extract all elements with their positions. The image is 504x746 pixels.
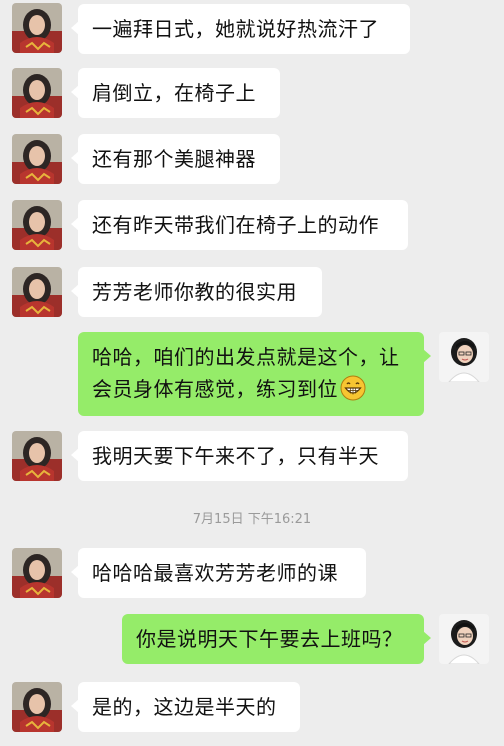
- incoming-message-bubble[interactable]: 芳芳老师你教的很实用: [71, 267, 322, 317]
- message-text: 哈哈哈最喜欢芳芳老师的课: [92, 561, 338, 585]
- contact-avatar-image: [12, 267, 62, 317]
- contact-avatar[interactable]: [12, 200, 62, 250]
- contact-avatar[interactable]: [12, 682, 62, 732]
- contact-avatar[interactable]: [12, 3, 62, 53]
- contact-avatar-image: [12, 548, 62, 598]
- message-text: 你是说明天下午要去上班吗？: [136, 627, 403, 651]
- incoming-message-bubble[interactable]: 是的，这边是半天的: [71, 682, 300, 732]
- incoming-message-bubble[interactable]: 还有昨天带我们在椅子上的动作: [71, 200, 408, 250]
- incoming-message-bubble[interactable]: 我明天要下午来不了，只有半天: [71, 431, 408, 481]
- contact-avatar-image: [12, 431, 62, 481]
- outgoing-message-bubble[interactable]: 哈哈，咱们的出发点就是这个，让 会员身体有感觉，练习到位: [78, 332, 431, 416]
- message-text-line: 会员身体有感觉，练习到位: [92, 373, 410, 405]
- message-text: 还有那个美腿神器: [92, 147, 256, 171]
- contact-avatar-image: [12, 68, 62, 118]
- incoming-message-bubble[interactable]: 一遍拜日式，她就说好热流汗了: [71, 4, 410, 54]
- outgoing-message-bubble[interactable]: 你是说明天下午要去上班吗？: [122, 614, 431, 664]
- message-text: 肩倒立，在椅子上: [92, 81, 256, 105]
- grinning-face-emoji-icon: [340, 375, 366, 401]
- contact-avatar-image: [12, 200, 62, 250]
- my-avatar[interactable]: [439, 614, 489, 664]
- chat-window: 一遍拜日式，她就说好热流汗了 肩倒立，在椅子上 还有那个美腿神器 还有昨天带我们…: [0, 0, 504, 746]
- message-text: 芳芳老师你教的很实用: [92, 280, 297, 304]
- contact-avatar-image: [12, 3, 62, 53]
- contact-avatar[interactable]: [12, 68, 62, 118]
- contact-avatar-image: [12, 682, 62, 732]
- message-text-line: 哈哈，咱们的出发点就是这个，让: [92, 345, 400, 369]
- my-avatar-image: [439, 332, 489, 382]
- contact-avatar[interactable]: [12, 134, 62, 184]
- incoming-message-bubble[interactable]: 肩倒立，在椅子上: [71, 68, 280, 118]
- contact-avatar[interactable]: [12, 431, 62, 481]
- message-text: 还有昨天带我们在椅子上的动作: [92, 213, 379, 237]
- contact-avatar[interactable]: [12, 267, 62, 317]
- incoming-message-bubble[interactable]: 还有那个美腿神器: [71, 134, 280, 184]
- message-text: 我明天要下午来不了，只有半天: [92, 444, 379, 468]
- message-text: 一遍拜日式，她就说好热流汗了: [92, 17, 379, 41]
- message-text: 是的，这边是半天的: [92, 695, 277, 719]
- my-avatar-image: [439, 614, 489, 664]
- contact-avatar[interactable]: [12, 548, 62, 598]
- my-avatar[interactable]: [439, 332, 489, 382]
- message-text: 会员身体有感觉，练习到位: [92, 377, 338, 401]
- message-timestamp: 7月15日 下午16:21: [192, 512, 312, 527]
- incoming-message-bubble[interactable]: 哈哈哈最喜欢芳芳老师的课: [71, 548, 366, 598]
- contact-avatar-image: [12, 134, 62, 184]
